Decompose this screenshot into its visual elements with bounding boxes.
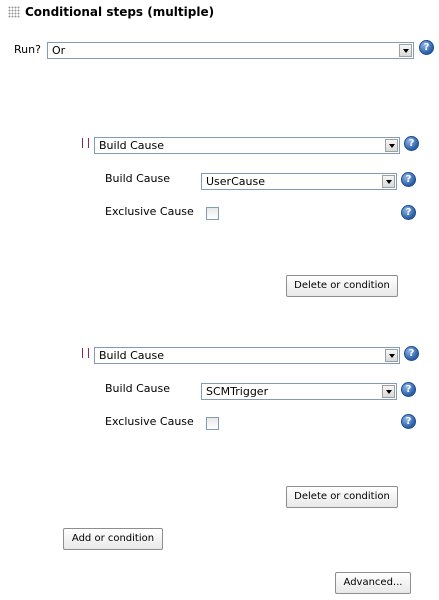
build-cause-label: Build Cause bbox=[105, 172, 171, 185]
chevron-down-icon[interactable] bbox=[382, 175, 395, 188]
help-icon[interactable]: ? bbox=[401, 205, 416, 220]
chevron-down-icon[interactable] bbox=[385, 139, 398, 152]
build-cause-select[interactable]: UserCause bbox=[201, 173, 397, 190]
add-or-condition-button[interactable]: Add or condition bbox=[63, 528, 163, 550]
help-icon[interactable]: ? bbox=[404, 136, 419, 151]
help-icon[interactable]: ? bbox=[401, 382, 416, 397]
help-icon[interactable]: ? bbox=[401, 172, 416, 187]
help-icon[interactable]: ? bbox=[401, 414, 416, 429]
build-cause-select[interactable]: SCMTrigger bbox=[201, 383, 397, 400]
chevron-down-icon[interactable] bbox=[385, 349, 398, 362]
advanced-button[interactable]: Advanced... bbox=[335, 572, 411, 594]
delete-or-condition-button[interactable]: Delete or condition bbox=[286, 486, 398, 508]
exclusive-cause-label: Exclusive Cause bbox=[105, 205, 194, 218]
condition-type-select[interactable]: Build Cause bbox=[94, 347, 400, 364]
condition-type-value: Build Cause bbox=[99, 349, 165, 362]
help-icon[interactable]: ? bbox=[404, 346, 419, 361]
chevron-down-icon[interactable] bbox=[399, 44, 412, 57]
run-select[interactable]: Or bbox=[47, 42, 414, 59]
build-cause-value: UserCause bbox=[206, 175, 265, 188]
section-grip-icon bbox=[8, 6, 20, 18]
exclusive-cause-checkbox[interactable] bbox=[206, 417, 219, 430]
build-cause-value: SCMTrigger bbox=[206, 385, 269, 398]
drag-handle-icon[interactable] bbox=[82, 138, 89, 148]
run-select-value: Or bbox=[52, 44, 66, 57]
condition-type-value: Build Cause bbox=[99, 139, 165, 152]
chevron-down-icon[interactable] bbox=[382, 385, 395, 398]
delete-or-condition-button[interactable]: Delete or condition bbox=[286, 275, 398, 297]
help-icon[interactable]: ? bbox=[419, 40, 434, 55]
exclusive-cause-label: Exclusive Cause bbox=[105, 415, 194, 428]
condition-type-select[interactable]: Build Cause bbox=[94, 137, 400, 154]
drag-handle-icon[interactable] bbox=[82, 348, 89, 358]
exclusive-cause-checkbox[interactable] bbox=[206, 207, 219, 220]
build-cause-label: Build Cause bbox=[105, 382, 171, 395]
run-label: Run? bbox=[14, 43, 41, 56]
section-title: Conditional steps (multiple) bbox=[25, 5, 215, 19]
